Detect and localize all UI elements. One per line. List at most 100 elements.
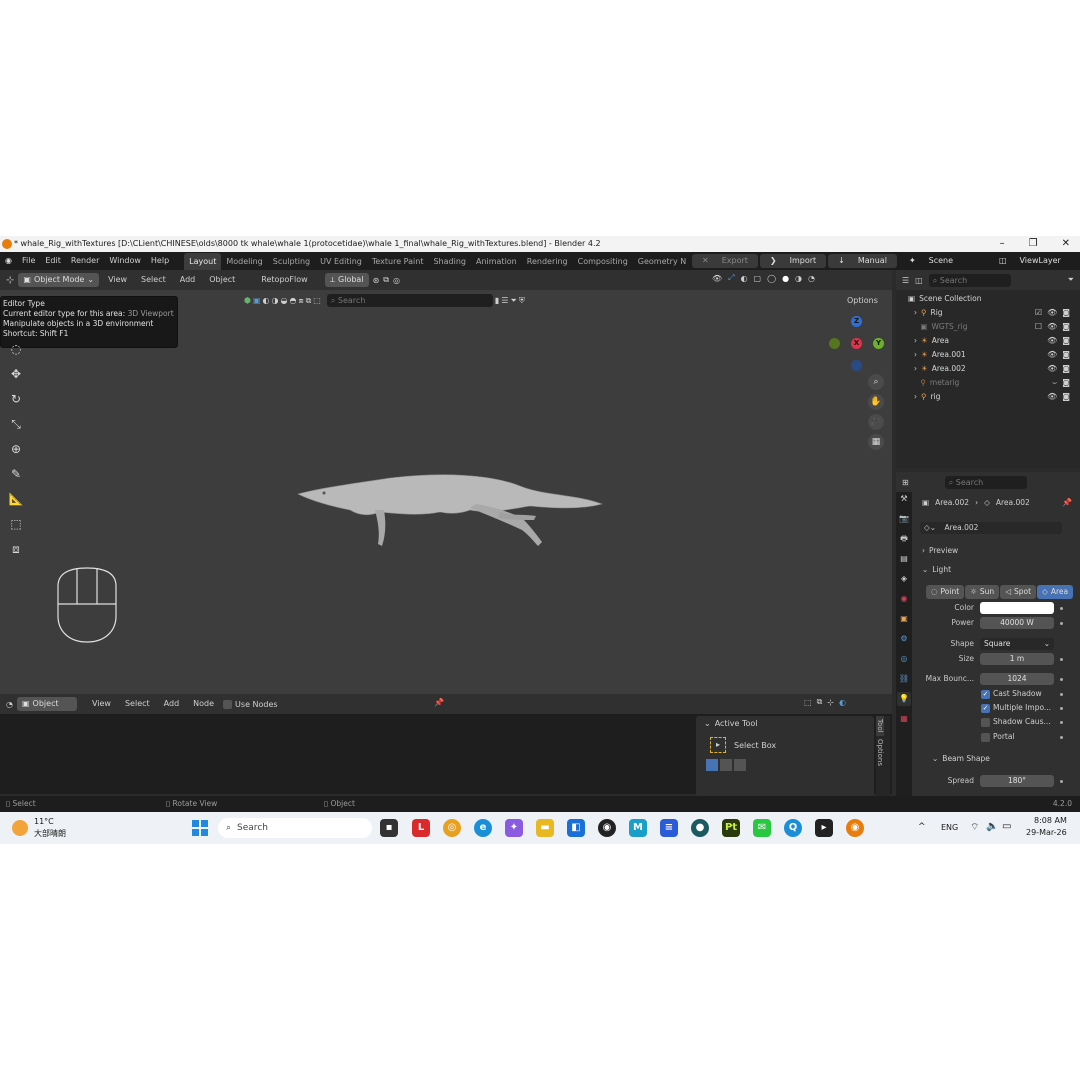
volume-icon[interactable]: 🔈 [986, 821, 998, 832]
maximize-button[interactable]: ❐ [1029, 236, 1038, 252]
tool-icon-6[interactable]: ⧉ [306, 296, 312, 306]
tool-icon-3[interactable]: ◒ [281, 296, 288, 305]
taskbar-search-input[interactable]: ⌕ Search [218, 818, 372, 838]
shading-wireframe-icon[interactable]: ◯ [767, 274, 776, 283]
max-bounces-field[interactable]: 1024 [980, 673, 1054, 685]
eye-icon[interactable]: 👁 [1047, 320, 1057, 334]
node-editor-type-icon[interactable]: ◔ [6, 700, 13, 709]
import-button[interactable]: ❯ Import [759, 254, 827, 268]
outliner-item-rig[interactable]: › ⚲ Rig ☑ 👁 ◙ [900, 306, 1076, 320]
maya-icon[interactable]: M [629, 819, 647, 837]
scene-tab-icon[interactable]: ◈ [897, 572, 911, 586]
tab-modeling[interactable]: Modeling [221, 253, 267, 271]
viewport-search-input[interactable]: ⌕ Search [326, 294, 493, 307]
node-icon-2[interactable]: ⧉ [817, 697, 823, 707]
terminal-icon[interactable]: ▸ [815, 819, 833, 837]
add-cube-tool-icon[interactable]: ⬚ [4, 513, 28, 535]
collapse-chevron-icon[interactable]: ⌄ [704, 719, 711, 728]
viewport-menu-add[interactable]: Add [175, 273, 201, 287]
object-mode-dropdown[interactable]: ▣ Object Mode ⌄ [18, 273, 100, 287]
pin-icon[interactable]: 📌 [1062, 498, 1072, 507]
navigation-gizmo[interactable]: Z X Y ⌕ ✋ 🎥 ▦ [824, 312, 890, 452]
animate-dot-icon[interactable] [1060, 736, 1063, 739]
clock-time[interactable]: 8:08 AM [1034, 816, 1067, 825]
edge-icon[interactable]: e [474, 819, 492, 837]
rotate-tool-icon[interactable]: ↻ [4, 388, 28, 410]
tab-animation[interactable]: Animation [471, 253, 522, 271]
outliner-item-wgts-rig[interactable]: ▣ WGTS_rig ☐ 👁 ◙ [900, 320, 1076, 334]
render-icon[interactable]: ◙ [1062, 334, 1070, 348]
animate-dot-icon[interactable] [1060, 721, 1063, 724]
cast-shadow-checkbox[interactable]: ✓ [981, 690, 990, 699]
tab-layout[interactable]: Layout [184, 253, 222, 271]
overlay-toggle-icon[interactable]: ◐ [741, 274, 748, 283]
shading-material-icon[interactable]: ◑ [795, 274, 802, 283]
options-dropdown[interactable]: Options [842, 294, 883, 308]
light-data-tab-icon[interactable]: 💡 [897, 692, 911, 706]
select-mode-extend-icon[interactable] [720, 759, 732, 771]
app-q-icon[interactable]: Q [784, 819, 802, 837]
pivot-icon[interactable]: ⊛ [373, 276, 380, 285]
weather-condition[interactable]: 大部晴朗 [34, 828, 66, 839]
power-field[interactable]: 40000 W [980, 617, 1054, 629]
grid-icon[interactable]: ▦ [868, 434, 884, 450]
outliner-editor-icon[interactable]: ☰ [902, 276, 909, 285]
animate-dot-icon[interactable] [1060, 780, 1063, 783]
node-menu-add[interactable]: Add [159, 697, 185, 711]
whale-model[interactable] [290, 460, 610, 560]
menu-file[interactable]: File [17, 252, 40, 270]
render-icon[interactable]: ◙ [1062, 348, 1070, 362]
render-icon[interactable]: ◙ [1062, 376, 1070, 390]
xray-icon[interactable]: ▢ [754, 274, 762, 283]
animate-dot-icon[interactable] [1060, 622, 1063, 625]
minimize-button[interactable]: – [1000, 236, 1005, 252]
tab-uv-editing[interactable]: UV Editing [315, 253, 367, 271]
bookmark-icon[interactable]: ▮ [495, 296, 499, 305]
windows-start-icon[interactable] [192, 820, 208, 836]
scene-collection-row[interactable]: ▣ Scene Collection [900, 292, 1076, 306]
notepad-icon[interactable]: ≡ [660, 819, 678, 837]
editor-type-icon[interactable]: ⊹ [6, 275, 14, 286]
viewport-menu-object[interactable]: Object [204, 273, 240, 287]
select-box-icon[interactable]: ▸ [710, 737, 726, 753]
display-mode-icon[interactable]: ◫ [915, 276, 923, 285]
render-icon[interactable]: ◙ [1062, 306, 1070, 320]
tab-shading[interactable]: Shading [428, 253, 471, 271]
world-tab-icon[interactable]: ◉ [897, 592, 911, 606]
viewlayer-selector[interactable]: ◫ ViewLayer [988, 254, 1080, 268]
animate-dot-icon[interactable] [1060, 707, 1063, 710]
axis-neg-y[interactable] [829, 338, 840, 349]
eye-icon[interactable]: 👁 [1047, 348, 1057, 362]
viewport-menu-select[interactable]: Select [136, 273, 171, 287]
tab-rendering[interactable]: Rendering [522, 253, 573, 271]
substance-painter-icon[interactable]: Pt [722, 819, 740, 837]
select-mode-subtract-icon[interactable] [734, 759, 746, 771]
visibility-icon[interactable]: 👁 [712, 274, 722, 283]
battery-icon[interactable]: ▭ [1002, 821, 1011, 832]
node-icon-3[interactable]: ⊹ [827, 698, 834, 707]
transform-orientation-dropdown[interactable]: ⟂ Global [324, 273, 369, 287]
render-icon[interactable]: ◙ [1062, 362, 1070, 376]
properties-search-input[interactable]: ⌕ Search [944, 475, 1027, 489]
node-icon-1[interactable]: ⬚ [804, 698, 812, 707]
light-type-area[interactable]: ◇ Area [1037, 585, 1074, 599]
proportional-edit-icon[interactable]: ◎ [393, 276, 400, 285]
menu-edit[interactable]: Edit [40, 252, 66, 270]
wifi-icon[interactable]: ⌔ [970, 821, 979, 834]
filter-icon[interactable]: ⏷ [1068, 275, 1074, 285]
file-explorer-icon[interactable]: ▬ [536, 819, 554, 837]
viewport-menu-view[interactable]: View [103, 273, 132, 287]
scale-tool-icon[interactable]: ⤡ [4, 413, 28, 435]
outliner-item-area-002[interactable]: › ☀ Area.002 👁 ◙ [900, 362, 1076, 376]
app-l-icon[interactable]: L [412, 819, 430, 837]
animate-dot-icon[interactable] [1060, 658, 1063, 661]
animate-dot-icon[interactable] [1060, 693, 1063, 696]
export-button[interactable]: ✕ Export [692, 254, 758, 268]
select-mode-icon[interactable]: ▣ [253, 296, 261, 305]
light-datablock-field[interactable]: ◇⌄ Area.002 [920, 522, 1062, 534]
color-swatch[interactable] [980, 602, 1054, 614]
annotate-tool-icon[interactable]: ✎ [4, 463, 28, 485]
shadow-caustics-checkbox[interactable] [981, 718, 990, 727]
tool-icon-5[interactable]: ⧈ [298, 296, 303, 306]
use-nodes-checkbox[interactable]: Use Nodes [223, 699, 278, 709]
